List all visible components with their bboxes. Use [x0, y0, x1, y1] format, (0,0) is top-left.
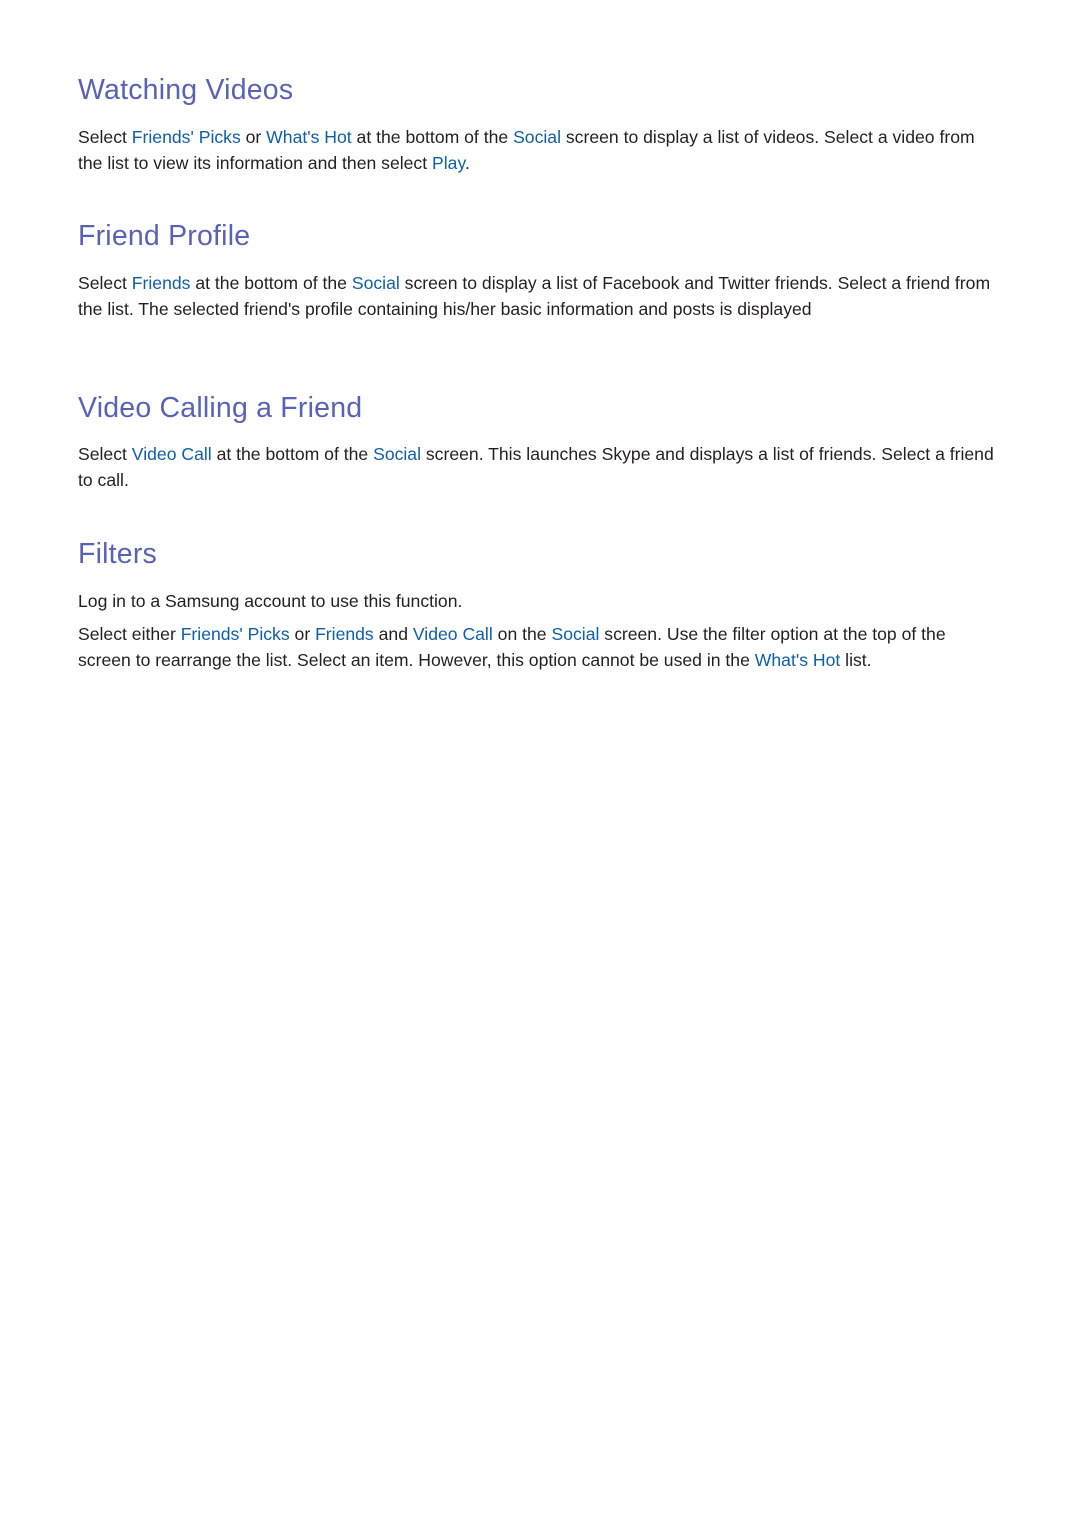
paragraph-video-calling: Select Video Call at the bottom of the S… — [78, 442, 998, 493]
body-text: or — [289, 624, 316, 644]
ui-term-reference: Social — [513, 127, 561, 147]
body-text: or — [240, 127, 267, 147]
ui-term-reference: Video Call — [131, 444, 212, 464]
ui-term-reference: Social — [351, 273, 400, 293]
body-text: list. — [840, 649, 872, 670]
ui-term-reference: What's Hot — [754, 649, 841, 670]
paragraph-filters-usage: Select either Friends' Picks or Friends … — [78, 622, 998, 673]
body-text: and — [373, 624, 413, 644]
body-text: at the bottom of the — [190, 273, 352, 293]
body-text: Select — [78, 444, 132, 464]
paragraph-watching-videos: Select Friends' Picks or What's Hot at t… — [78, 125, 998, 176]
ui-term-reference: Friends' Picks — [180, 624, 290, 644]
ui-term-reference: Friends' Picks — [131, 127, 241, 147]
body-text: on the — [492, 624, 552, 644]
ui-term-reference: Social — [551, 624, 600, 644]
ui-term-reference: Video Call — [412, 624, 493, 644]
body-text: Select either — [78, 624, 181, 644]
paragraph-filters-login: Log in to a Samsung account to use this … — [78, 589, 998, 615]
heading-video-calling: Video Calling a Friend — [78, 392, 363, 424]
ui-term-reference: Friends — [131, 273, 191, 293]
ui-term-reference: What's Hot — [266, 127, 352, 147]
body-text: . — [464, 152, 470, 173]
body-text: Log in to a Samsung account to use this … — [78, 591, 463, 611]
body-text: at the bottom of the — [211, 444, 374, 464]
heading-friend-profile: Friend Profile — [78, 220, 251, 252]
ui-term-reference: Friends — [315, 624, 374, 644]
body-text: at the bottom of the — [351, 127, 514, 147]
ui-term-reference: Social — [373, 444, 421, 464]
body-text: Select — [78, 273, 132, 293]
paragraph-friend-profile: Select Friends at the bottom of the Soci… — [78, 271, 998, 322]
heading-filters: Filters — [78, 538, 157, 570]
ui-term-reference: Play — [432, 152, 465, 173]
heading-watching-videos: Watching Videos — [78, 74, 294, 106]
body-text: Select — [78, 127, 132, 147]
